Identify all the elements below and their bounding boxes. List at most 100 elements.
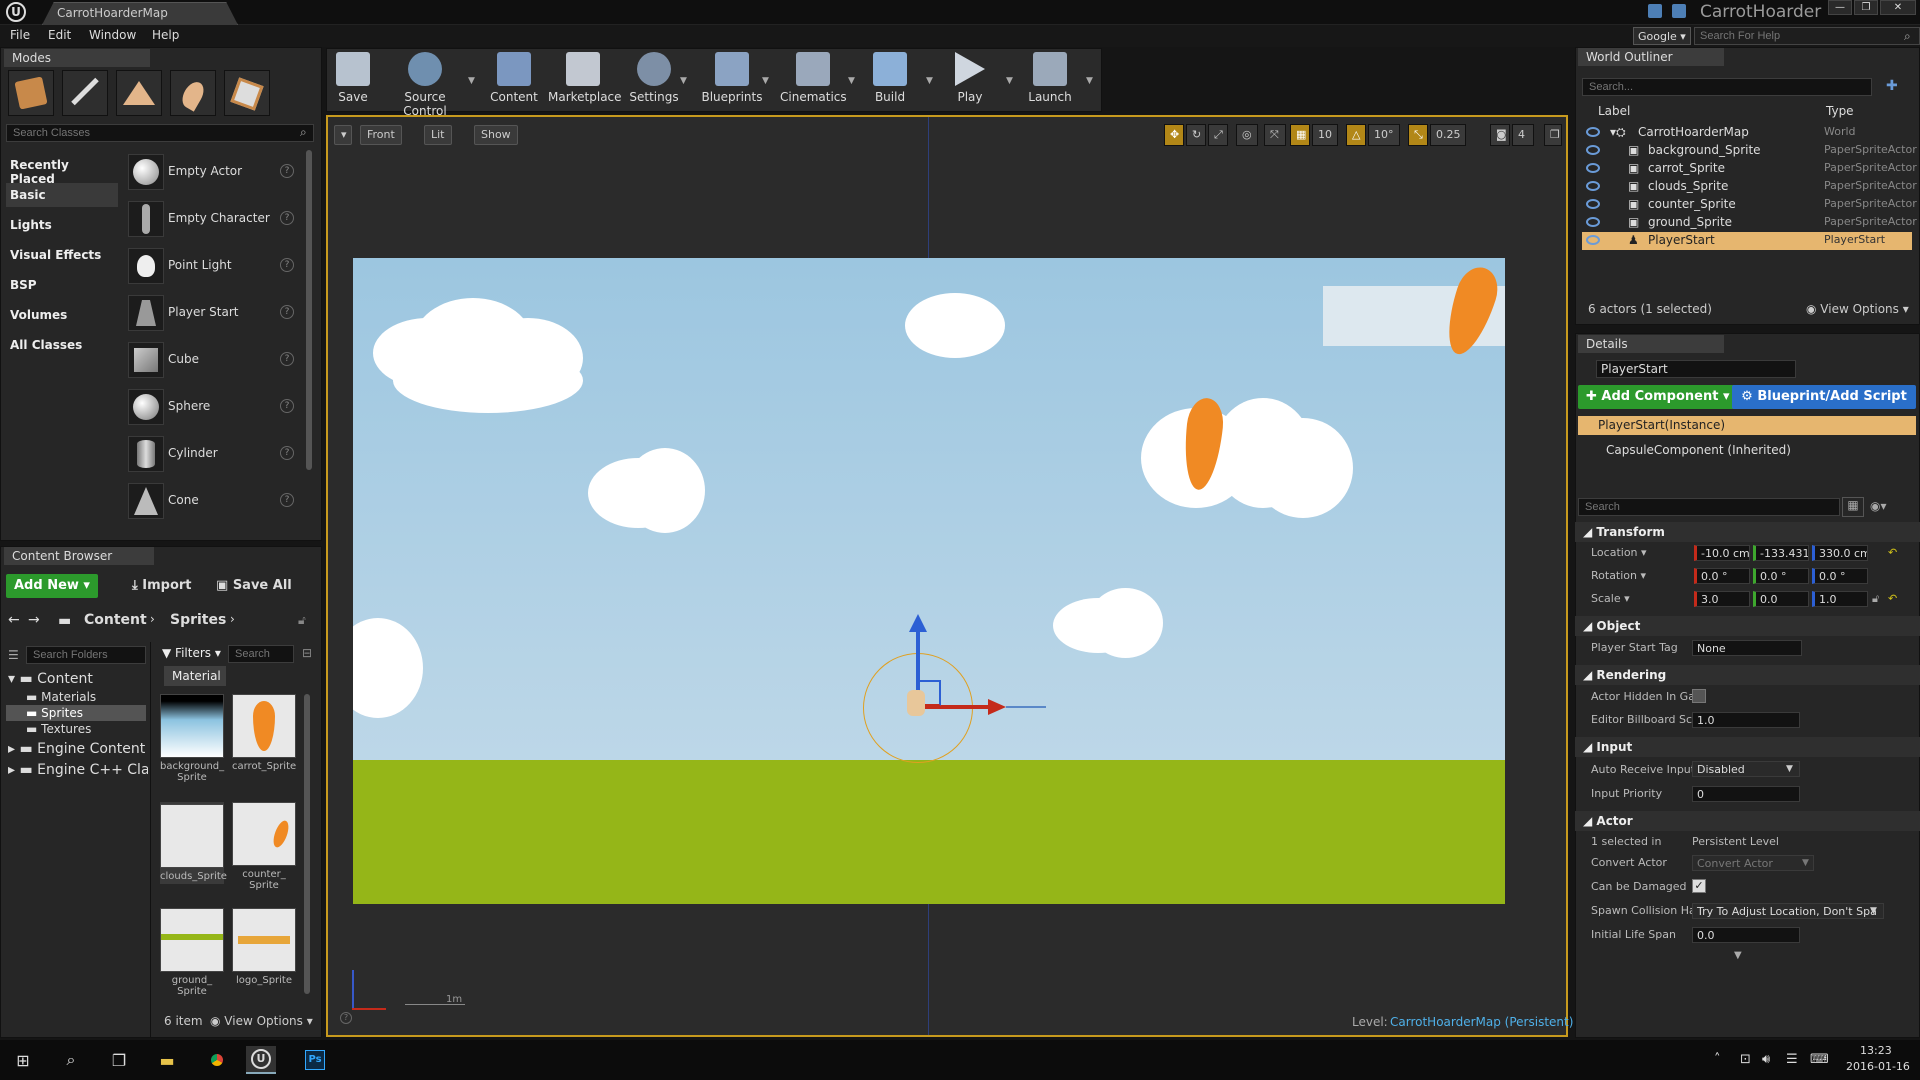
chevron-down-icon[interactable]: ▼ [848,76,855,86]
launch-button[interactable]: Launch [1026,50,1074,110]
scale-x-field[interactable]: 3.0 [1694,591,1750,607]
location-z-field[interactable]: 330.0 cm [1812,545,1868,561]
forward-icon[interactable]: → [28,612,40,628]
gizmo-z-arrow-icon[interactable] [909,614,927,632]
rotation-z-field[interactable]: 0.0 ° [1812,568,1868,584]
column-header-label[interactable]: Label [1598,104,1630,118]
asset-carrot-sprite[interactable]: carrot_Sprite [232,694,296,772]
clock-date[interactable]: 2016-01-16 [1846,1060,1910,1073]
lock-icon[interactable]: 🔓︎ [1872,592,1879,606]
view-options-button[interactable]: ◉ View Options ▾ [210,1014,313,1028]
settings-button[interactable]: Settings [626,50,682,110]
camera-speed-icon[interactable]: ◙ [1490,124,1510,146]
assets-scrollbar[interactable] [304,694,310,994]
help-icon[interactable]: ? [280,211,294,225]
help-icon[interactable]: ? [280,258,294,272]
details-search-input[interactable] [1578,498,1840,516]
property-matrix-icon[interactable]: ▦ [1842,497,1864,517]
clock-time[interactable]: 13:23 [1860,1044,1892,1057]
chevron-down-icon[interactable]: ▼ [1006,76,1013,86]
grid-snap-toggle[interactable]: ▦ [1290,124,1310,146]
section-rendering[interactable]: ◢ Rendering [1575,665,1920,685]
category-bsp[interactable]: BSP [6,273,118,297]
lit-button[interactable]: Lit [424,125,452,145]
visibility-eye-icon[interactable] [1586,181,1600,191]
keyboard-icon[interactable]: ⌨ [1810,1052,1829,1067]
filter-chip-material[interactable]: Material [164,666,226,686]
eye-icon[interactable]: ◉▾ [1870,499,1887,513]
help-icon[interactable]: ? [280,352,294,366]
help-icon[interactable]: ? [340,1012,352,1024]
reset-arrow-icon[interactable]: ↶ [1888,546,1897,559]
help-icon[interactable]: ? [280,399,294,413]
spawn-collision-select[interactable]: Try To Adjust Location, Don't Spa [1692,903,1884,919]
rotate-tool-button[interactable]: ↻ [1186,124,1206,146]
add-actor-icon[interactable]: ✚ [1886,78,1906,96]
asset-clouds-sprite[interactable]: clouds_Sprite [160,802,227,884]
scale-label[interactable]: Scale ▾ [1591,592,1630,605]
outliner-row[interactable]: ▣ clouds_Sprite PaperSpriteActor [1582,178,1917,196]
camera-speed-value[interactable]: 4 [1512,124,1534,146]
grid-snap-value[interactable]: 10 [1312,124,1338,146]
search-classes-input[interactable] [6,124,314,142]
help-icon[interactable]: ? [280,305,294,319]
landscape-mode-button[interactable] [116,70,162,116]
chevron-down-icon[interactable]: ▼ [762,76,769,86]
actor-hidden-checkbox[interactable] [1692,689,1706,703]
breadcrumb-sprites[interactable]: Sprites [170,612,226,628]
rotation-label[interactable]: Rotation ▾ [1591,569,1646,582]
asset-search-input[interactable] [228,645,294,663]
feedback-icon[interactable] [1672,4,1686,18]
source-control-button[interactable]: Source Control [382,50,468,118]
notification-center-icon[interactable]: ☰ [1786,1052,1798,1067]
expand-advanced-icon[interactable]: ▼ [1734,950,1742,961]
section-input[interactable]: ◢ Input [1575,737,1920,757]
help-icon[interactable]: ? [280,446,294,460]
add-component-button[interactable]: ✚ Add Component ▾ [1578,385,1738,409]
tree-item-engine-content[interactable]: ▸ ▬ Engine Content [8,741,145,757]
place-item-player-start[interactable]: Player Start? [124,291,300,335]
asset-ground-sprite[interactable]: ground_ Sprite [160,908,224,997]
tab-world-outliner[interactable]: World Outliner [1578,48,1724,66]
asset-background-sprite[interactable]: background_ Sprite [160,694,224,783]
photoshop-icon[interactable]: Ps [300,1046,330,1074]
scale-snap-toggle[interactable]: ⤡ [1408,124,1428,146]
outliner-row[interactable]: ▣ counter_Sprite PaperSpriteActor [1582,196,1917,214]
windows-start-icon[interactable]: ⊞ [8,1046,38,1074]
section-object[interactable]: ◢ Object [1575,616,1920,636]
foliage-mode-button[interactable] [170,70,216,116]
outliner-row[interactable]: ▣ ground_Sprite PaperSpriteActor [1582,214,1917,232]
tree-item-content[interactable]: ▾ ▬ Content [8,671,93,687]
search-folders-input[interactable] [26,646,146,664]
outliner-row[interactable]: ▾⛭ CarrotHoarderMap World [1582,124,1912,142]
place-item-cone[interactable]: Cone? [124,479,300,523]
category-all-classes[interactable]: All Classes [6,333,118,357]
visibility-eye-icon[interactable] [1586,163,1600,173]
scale-y-field[interactable]: 0.0 [1753,591,1809,607]
location-x-field[interactable]: -10.0 cm [1694,545,1750,561]
view-mode-front-button[interactable]: Front [360,125,402,145]
menu-window[interactable]: Window [89,28,136,42]
paint-mode-button[interactable] [62,70,108,116]
rotation-x-field[interactable]: 0.0 ° [1694,568,1750,584]
document-tab[interactable]: CarrotHoarderMap [42,2,238,25]
scale-tool-button[interactable]: ⤢ [1208,124,1228,146]
breadcrumb-content[interactable]: Content [84,612,147,628]
task-view-icon[interactable]: ❐ [104,1046,134,1074]
place-item-point-light[interactable]: Point Light? [124,244,300,288]
world-local-button[interactable]: ◎ [1236,124,1258,146]
help-icon[interactable]: ? [280,164,294,178]
tree-item-engine-cpp[interactable]: ▸ ▬ Engine C++ Clas [8,762,148,778]
can-be-damaged-checkbox[interactable]: ✓ [1692,879,1706,893]
minimize-button[interactable]: — [1828,0,1852,15]
notification-icon[interactable] [1648,4,1662,18]
outliner-row-selected[interactable]: ♟ PlayerStart PlayerStart [1582,232,1912,250]
close-button[interactable]: ✕ [1880,0,1916,15]
billboard-scale-field[interactable]: 1.0 [1692,712,1800,728]
lock-icon[interactable]: 🔓︎ [298,613,306,628]
chevron-down-icon[interactable]: ▼ [680,76,687,86]
file-explorer-icon[interactable]: ▬ [152,1046,182,1074]
viewport-options-button[interactable]: ▾ [334,125,352,145]
modes-scrollbar[interactable] [306,150,312,470]
outliner-search-input[interactable] [1582,78,1872,96]
